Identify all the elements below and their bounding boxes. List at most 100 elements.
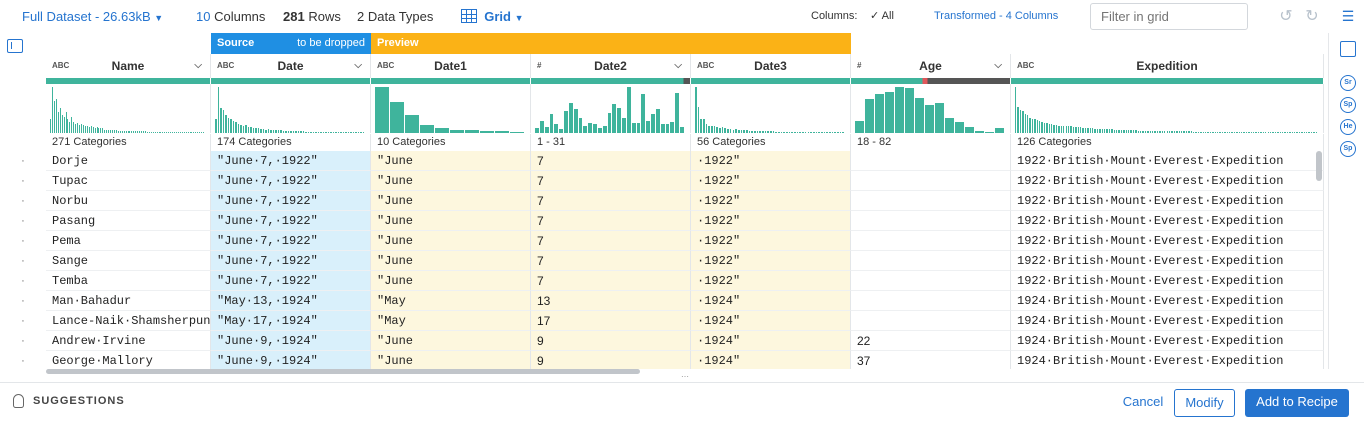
histogram-3[interactable]	[531, 84, 691, 133]
table-cell[interactable]: Temba	[46, 271, 211, 291]
table-cell[interactable]: 7	[531, 171, 691, 191]
table-cell[interactable]: "June·7,·1922"	[211, 271, 371, 291]
table-cell[interactable]: ·1922"	[691, 191, 851, 211]
table-cell[interactable]: "June	[371, 211, 531, 231]
column-header-1[interactable]: ABC Date ⌵	[211, 54, 371, 78]
table-cell[interactable]: ·1924"	[691, 291, 851, 311]
column-details-icon[interactable]	[1340, 41, 1356, 57]
table-cell[interactable]: "June·7,·1922"	[211, 251, 371, 271]
table-cell[interactable]: 7	[531, 271, 691, 291]
chevron-down-icon[interactable]: ⌵	[194, 54, 202, 78]
resize-handle-icon[interactable]: ⋯	[676, 373, 694, 381]
view-selector[interactable]: Grid ▼	[461, 0, 524, 33]
table-cell[interactable]	[851, 291, 1011, 311]
suggestion-sp-icon[interactable]: Sp	[1340, 97, 1356, 113]
chevron-down-icon[interactable]: ⌵	[354, 54, 362, 78]
suggestion-sr-icon[interactable]: Sr	[1340, 75, 1356, 91]
histogram-6[interactable]	[1011, 84, 1324, 133]
table-cell[interactable]: Sange	[46, 251, 211, 271]
table-cell[interactable]: "June·7,·1922"	[211, 151, 371, 171]
settings-sliders-icon[interactable]: ☰	[1340, 8, 1356, 24]
table-cell[interactable]: Pema	[46, 231, 211, 251]
columns-filter[interactable]: ✓ All	[870, 0, 894, 33]
table-cell[interactable]	[851, 171, 1011, 191]
table-cell[interactable]: ·1924"	[691, 311, 851, 331]
vertical-scrollbar[interactable]	[1316, 151, 1322, 181]
table-cell[interactable]: 37	[851, 351, 1011, 369]
table-cell[interactable]: "June	[371, 191, 531, 211]
table-cell[interactable]: Lance-Naik·Shamsherpun	[46, 311, 211, 331]
table-cell[interactable]: ·1924"	[691, 331, 851, 351]
histogram-4[interactable]	[691, 84, 851, 133]
table-cell[interactable]: 7	[531, 231, 691, 251]
table-cell[interactable]: "June·9,·1924"	[211, 351, 371, 369]
table-cell[interactable]: "June·9,·1924"	[211, 331, 371, 351]
table-cell[interactable]: Andrew·Irvine	[46, 331, 211, 351]
column-header-6[interactable]: ABC Expedition	[1011, 54, 1324, 78]
suggestion-sp2-icon[interactable]: Sp	[1340, 141, 1356, 157]
table-cell[interactable]: 1924·British·Mount·Everest·Expedition	[1011, 331, 1324, 351]
table-cell[interactable]: ·1922"	[691, 231, 851, 251]
table-cell[interactable]	[851, 251, 1011, 271]
table-cell[interactable]: "June	[371, 151, 531, 171]
table-cell[interactable]: 7	[531, 151, 691, 171]
table-cell[interactable]: Tupac	[46, 171, 211, 191]
table-cell[interactable]: Norbu	[46, 191, 211, 211]
modify-button[interactable]: Modify	[1174, 389, 1235, 417]
table-cell[interactable]: 1922·British·Mount·Everest·Expedition	[1011, 271, 1324, 291]
suggestion-he-icon[interactable]: He	[1340, 119, 1356, 135]
table-cell[interactable]: ·1922"	[691, 151, 851, 171]
column-header-5[interactable]: # Age ⌵	[851, 54, 1011, 78]
table-cell[interactable]: 1922·British·Mount·Everest·Expedition	[1011, 251, 1324, 271]
table-cell[interactable]: "June·7,·1922"	[211, 231, 371, 251]
table-cell[interactable]: George·Mallory	[46, 351, 211, 369]
histogram-1[interactable]	[211, 84, 371, 133]
horizontal-scroll-thumb[interactable]	[46, 369, 640, 374]
table-cell[interactable]: 1922·British·Mount·Everest·Expedition	[1011, 151, 1324, 171]
table-cell[interactable]	[851, 151, 1011, 171]
column-header-2[interactable]: ABC Date1	[371, 54, 531, 78]
table-cell[interactable]: "June·7,·1922"	[211, 211, 371, 231]
table-cell[interactable]: 13	[531, 291, 691, 311]
table-cell[interactable]: "May·13,·1924"	[211, 291, 371, 311]
table-cell[interactable]: 1922·British·Mount·Everest·Expedition	[1011, 191, 1324, 211]
column-panel-icon[interactable]	[7, 39, 23, 53]
column-header-4[interactable]: ABC Date3	[691, 54, 851, 78]
table-cell[interactable]: "June	[371, 171, 531, 191]
column-header-3[interactable]: # Date2 ⌵	[531, 54, 691, 78]
table-cell[interactable]: Man·Bahadur	[46, 291, 211, 311]
table-cell[interactable]: ·1924"	[691, 351, 851, 369]
table-cell[interactable]: "May	[371, 291, 531, 311]
cancel-button[interactable]: Cancel	[1116, 389, 1170, 417]
histogram-0[interactable]	[46, 84, 211, 133]
histogram-2[interactable]	[371, 84, 531, 133]
table-cell[interactable]	[851, 271, 1011, 291]
table-cell[interactable]: ·1922"	[691, 171, 851, 191]
suggestions-label[interactable]: SUGGESTIONS	[33, 395, 125, 407]
table-cell[interactable]: 1924·British·Mount·Everest·Expedition	[1011, 311, 1324, 331]
table-cell[interactable]: "June·7,·1922"	[211, 171, 371, 191]
table-cell[interactable]: 1922·British·Mount·Everest·Expedition	[1011, 211, 1324, 231]
table-cell[interactable]: 9	[531, 331, 691, 351]
table-cell[interactable]: 1924·British·Mount·Everest·Expedition	[1011, 291, 1324, 311]
table-cell[interactable]: 17	[531, 311, 691, 331]
undo-icon[interactable]: ↺	[1277, 8, 1295, 26]
table-cell[interactable]: "June·7,·1922"	[211, 191, 371, 211]
table-cell[interactable]: Dorje	[46, 151, 211, 171]
table-cell[interactable]: Pasang	[46, 211, 211, 231]
table-cell[interactable]: 1922·British·Mount·Everest·Expedition	[1011, 171, 1324, 191]
table-cell[interactable]: 7	[531, 211, 691, 231]
table-cell[interactable]: "June	[371, 251, 531, 271]
table-cell[interactable]: 9	[531, 351, 691, 369]
table-cell[interactable]: ·1922"	[691, 251, 851, 271]
table-cell[interactable]: ·1922"	[691, 211, 851, 231]
table-cell[interactable]: 1924·British·Mount·Everest·Expedition	[1011, 351, 1324, 369]
redo-icon[interactable]: ↻	[1303, 8, 1321, 26]
table-cell[interactable]	[851, 231, 1011, 251]
transformed-link[interactable]: Transformed - 4 Columns	[934, 0, 1058, 33]
table-cell[interactable]: 22	[851, 331, 1011, 351]
table-cell[interactable]	[851, 311, 1011, 331]
chevron-down-icon[interactable]: ⌵	[674, 54, 682, 78]
dataset-selector[interactable]: Full Dataset - 26.63kB ▼	[22, 0, 163, 33]
table-cell[interactable]	[851, 191, 1011, 211]
